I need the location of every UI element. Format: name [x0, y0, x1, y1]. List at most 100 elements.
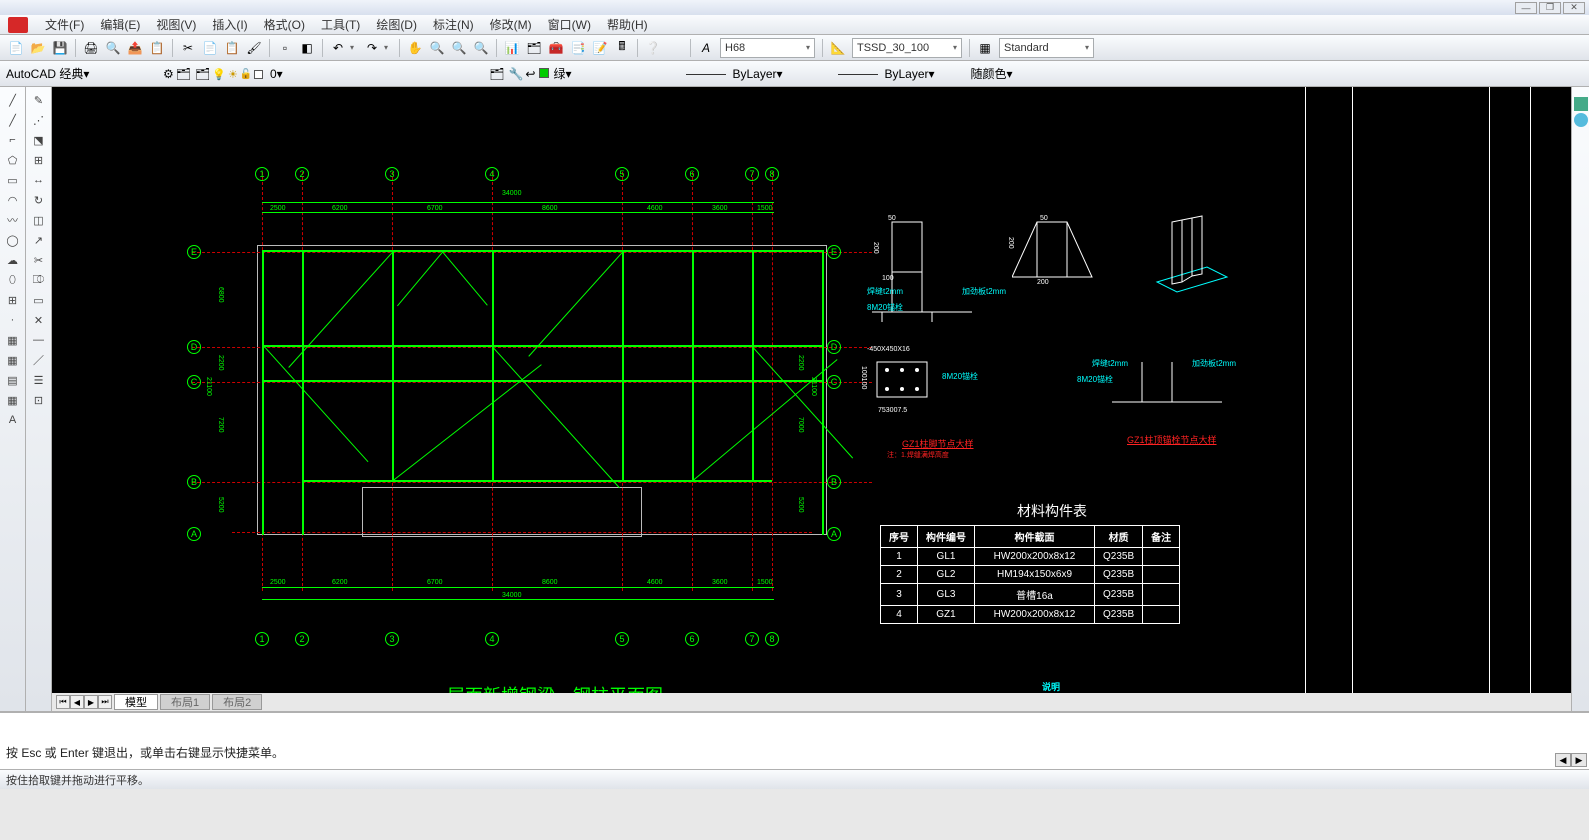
- scale-tool[interactable]: ◫: [29, 211, 49, 229]
- publish-button[interactable]: 📤: [125, 38, 145, 58]
- rectangle-tool[interactable]: ▭: [3, 171, 23, 189]
- pan-button[interactable]: ✋: [405, 38, 425, 58]
- circle-tool[interactable]: ◯: [3, 231, 23, 249]
- new-button[interactable]: 📄: [6, 38, 26, 58]
- menu-tools[interactable]: 工具(T): [316, 16, 365, 33]
- layer-states-button[interactable]: 🗂: [489, 67, 504, 81]
- textstyle-icon[interactable]: A: [696, 38, 716, 58]
- help-button[interactable]: ❔: [643, 38, 663, 58]
- explode-tool[interactable]: ／: [29, 351, 49, 369]
- mirror-tool[interactable]: ⬔: [29, 131, 49, 149]
- copy-button[interactable]: 📄: [200, 38, 220, 58]
- undo-button[interactable]: ↶: [328, 38, 348, 58]
- tab-next-button[interactable]: ▶: [84, 695, 98, 709]
- layer-prev-button[interactable]: ↩: [525, 67, 535, 81]
- zoom-prev-button[interactable]: 🔍: [471, 38, 491, 58]
- arc-tool[interactable]: ◠: [3, 191, 23, 209]
- drawing-canvas[interactable]: 1 2 3 4 5 6 7 8 1 2 3 4 5 6 7 8 A B C D …: [52, 87, 1571, 711]
- revcloud-tool[interactable]: ☁: [3, 251, 23, 269]
- navcube-icon[interactable]: [1574, 97, 1588, 111]
- cut-button[interactable]: ✂: [178, 38, 198, 58]
- stretch-tool[interactable]: ↗: [29, 231, 49, 249]
- layer-match-button[interactable]: 🔧: [508, 67, 523, 81]
- workspace-settings-button[interactable]: ⚙: [163, 67, 174, 81]
- paste-button[interactable]: 📋: [222, 38, 242, 58]
- menu-view[interactable]: 视图(V): [151, 16, 201, 33]
- tab-layout2[interactable]: 布局2: [212, 694, 262, 710]
- rotate-tool[interactable]: ↻: [29, 191, 49, 209]
- toolpalette-button[interactable]: 🧰: [546, 38, 566, 58]
- tablestyle-icon[interactable]: ▦: [975, 38, 995, 58]
- fillet-tool[interactable]: —: [29, 331, 49, 349]
- array-tool[interactable]: ☰: [29, 371, 49, 389]
- dimstyle-combo[interactable]: TSSD_30_100▾: [852, 38, 962, 58]
- eraser-button[interactable]: ◧: [297, 38, 317, 58]
- zoom-rt-button[interactable]: 🔍: [427, 38, 447, 58]
- workspace-combo[interactable]: AutoCAD 经典▾: [6, 65, 161, 82]
- copy-tool[interactable]: ⋰: [29, 111, 49, 129]
- menu-file[interactable]: 文件(F): [40, 16, 89, 33]
- trim-tool[interactable]: ✂: [29, 251, 49, 269]
- line-tool[interactable]: ╱: [3, 91, 23, 109]
- textstyle-combo[interactable]: H68▾: [720, 38, 815, 58]
- restore-button[interactable]: ❐: [1539, 2, 1561, 14]
- designcenter-button[interactable]: 🗂: [524, 38, 544, 58]
- block-button[interactable]: ▫: [275, 38, 295, 58]
- sheetset-button[interactable]: 📑: [568, 38, 588, 58]
- close-button[interactable]: ✕: [1563, 2, 1585, 14]
- spline-tool[interactable]: 〰: [3, 211, 23, 229]
- text-tool[interactable]: A: [3, 411, 23, 429]
- point-tool[interactable]: ·: [3, 311, 23, 329]
- ellipse-tool[interactable]: ⬯: [3, 271, 23, 289]
- navwheel-icon[interactable]: [1574, 113, 1588, 127]
- tab-prev-button[interactable]: ◀: [70, 695, 84, 709]
- minimize-button[interactable]: —: [1515, 2, 1537, 14]
- markup-button[interactable]: 📝: [590, 38, 610, 58]
- menu-draw[interactable]: 绘图(D): [371, 16, 422, 33]
- save-button[interactable]: 💾: [50, 38, 70, 58]
- pline-tool[interactable]: ⌐: [3, 131, 23, 149]
- gradient-tool[interactable]: ▦: [3, 351, 23, 369]
- workspace-save-button[interactable]: 🗂: [176, 67, 191, 81]
- tab-layout1[interactable]: 布局1: [160, 694, 210, 710]
- cmd-scroll-left[interactable]: ◀: [1555, 753, 1571, 767]
- preview-button[interactable]: 🔍: [103, 38, 123, 58]
- command-window[interactable]: 按 Esc 或 Enter 键退出，或单击右键显示快捷菜单。 ◀ ▶: [0, 711, 1589, 769]
- break-tool[interactable]: ▭: [29, 291, 49, 309]
- tab-first-button[interactable]: ⏮: [56, 695, 70, 709]
- erase-tool[interactable]: ✎: [29, 91, 49, 109]
- menu-format[interactable]: 格式(O): [259, 16, 310, 33]
- polygon-tool[interactable]: ⬠: [3, 151, 23, 169]
- layer-manager-button[interactable]: 🗂: [195, 67, 210, 81]
- plotstyle-combo[interactable]: 随颜色▾: [970, 65, 1070, 82]
- tab-model[interactable]: 模型: [114, 694, 158, 710]
- cmd-scroll-right[interactable]: ▶: [1571, 753, 1587, 767]
- hatch-tool[interactable]: ▦: [3, 331, 23, 349]
- menu-dimension[interactable]: 标注(N): [428, 16, 479, 33]
- matchprop-button[interactable]: 🖌: [244, 38, 264, 58]
- region-tool[interactable]: ▤: [3, 371, 23, 389]
- menu-help[interactable]: 帮助(H): [602, 16, 653, 33]
- menu-window[interactable]: 窗口(W): [543, 16, 596, 33]
- xline-tool[interactable]: ╱: [3, 111, 23, 129]
- menu-modify[interactable]: 修改(M): [485, 16, 537, 33]
- tab-last-button[interactable]: ⏭: [98, 695, 112, 709]
- open-button[interactable]: 📂: [28, 38, 48, 58]
- linetype-combo[interactable]: ByLayer▾: [686, 67, 836, 81]
- tablestyle-combo[interactable]: Standard▾: [999, 38, 1094, 58]
- menu-edit[interactable]: 编辑(E): [95, 16, 145, 33]
- chamfer-tool[interactable]: ✕: [29, 311, 49, 329]
- extend-tool[interactable]: ⎄: [29, 271, 49, 289]
- menu-insert[interactable]: 插入(I): [207, 16, 252, 33]
- dimstyle-icon[interactable]: 📐: [828, 38, 848, 58]
- table-tool[interactable]: ▦: [3, 391, 23, 409]
- properties-button[interactable]: 📊: [502, 38, 522, 58]
- color-combo[interactable]: 绿▾: [539, 65, 684, 82]
- insert-tool[interactable]: ⊞: [3, 291, 23, 309]
- calc-button[interactable]: 🖩: [612, 38, 632, 58]
- move-tool[interactable]: ↔: [29, 171, 49, 189]
- zoom-win-button[interactable]: 🔍: [449, 38, 469, 58]
- join-tool[interactable]: ⊡: [29, 391, 49, 409]
- layer-combo[interactable]: 💡☀🔓 0▾: [212, 67, 487, 81]
- lineweight-combo[interactable]: ByLayer▾: [838, 67, 968, 81]
